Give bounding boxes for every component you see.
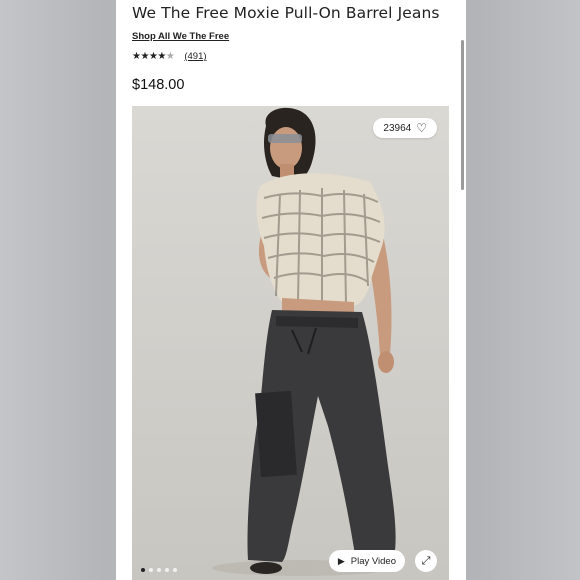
heart-icon: ♡ — [416, 121, 427, 135]
star-icon: ★ — [140, 51, 149, 62]
carousel-dot[interactable] — [149, 568, 153, 572]
reviews-link[interactable]: (491) — [184, 51, 206, 62]
rating-row: ★★★★★ (491) — [132, 51, 207, 62]
like-count: 23964 — [383, 122, 412, 134]
shop-all-link[interactable]: Shop All We The Free — [132, 31, 229, 42]
carousel-dots — [141, 568, 177, 572]
carousel-dot[interactable] — [165, 568, 169, 572]
expand-button[interactable]: ⤢ — [415, 550, 437, 572]
like-button[interactable]: 23964 ♡ — [373, 118, 437, 138]
play-icon: ▶ — [337, 555, 345, 566]
product-page: We The Free Moxie Pull-On Barrel Jeans S… — [116, 0, 466, 580]
model-photo — [212, 107, 396, 576]
half-star-icon: ★ — [165, 51, 175, 62]
star-icon: ★ — [157, 51, 166, 62]
product-image[interactable]: 23964 ♡ ▶ Play Video ⤢ — [132, 106, 449, 580]
product-title: We The Free Moxie Pull-On Barrel Jeans — [132, 4, 440, 22]
product-price: $148.00 — [132, 77, 185, 93]
star-rating: ★★★★★ — [132, 51, 175, 62]
carousel-dot[interactable] — [141, 568, 145, 572]
carousel-dot[interactable] — [173, 568, 177, 572]
carousel-dot[interactable] — [157, 568, 161, 572]
scrollbar[interactable] — [461, 40, 464, 190]
expand-icon: ⤢ — [421, 554, 431, 567]
play-video-label: Play Video — [350, 555, 396, 567]
play-video-button[interactable]: ▶ Play Video — [328, 550, 405, 572]
